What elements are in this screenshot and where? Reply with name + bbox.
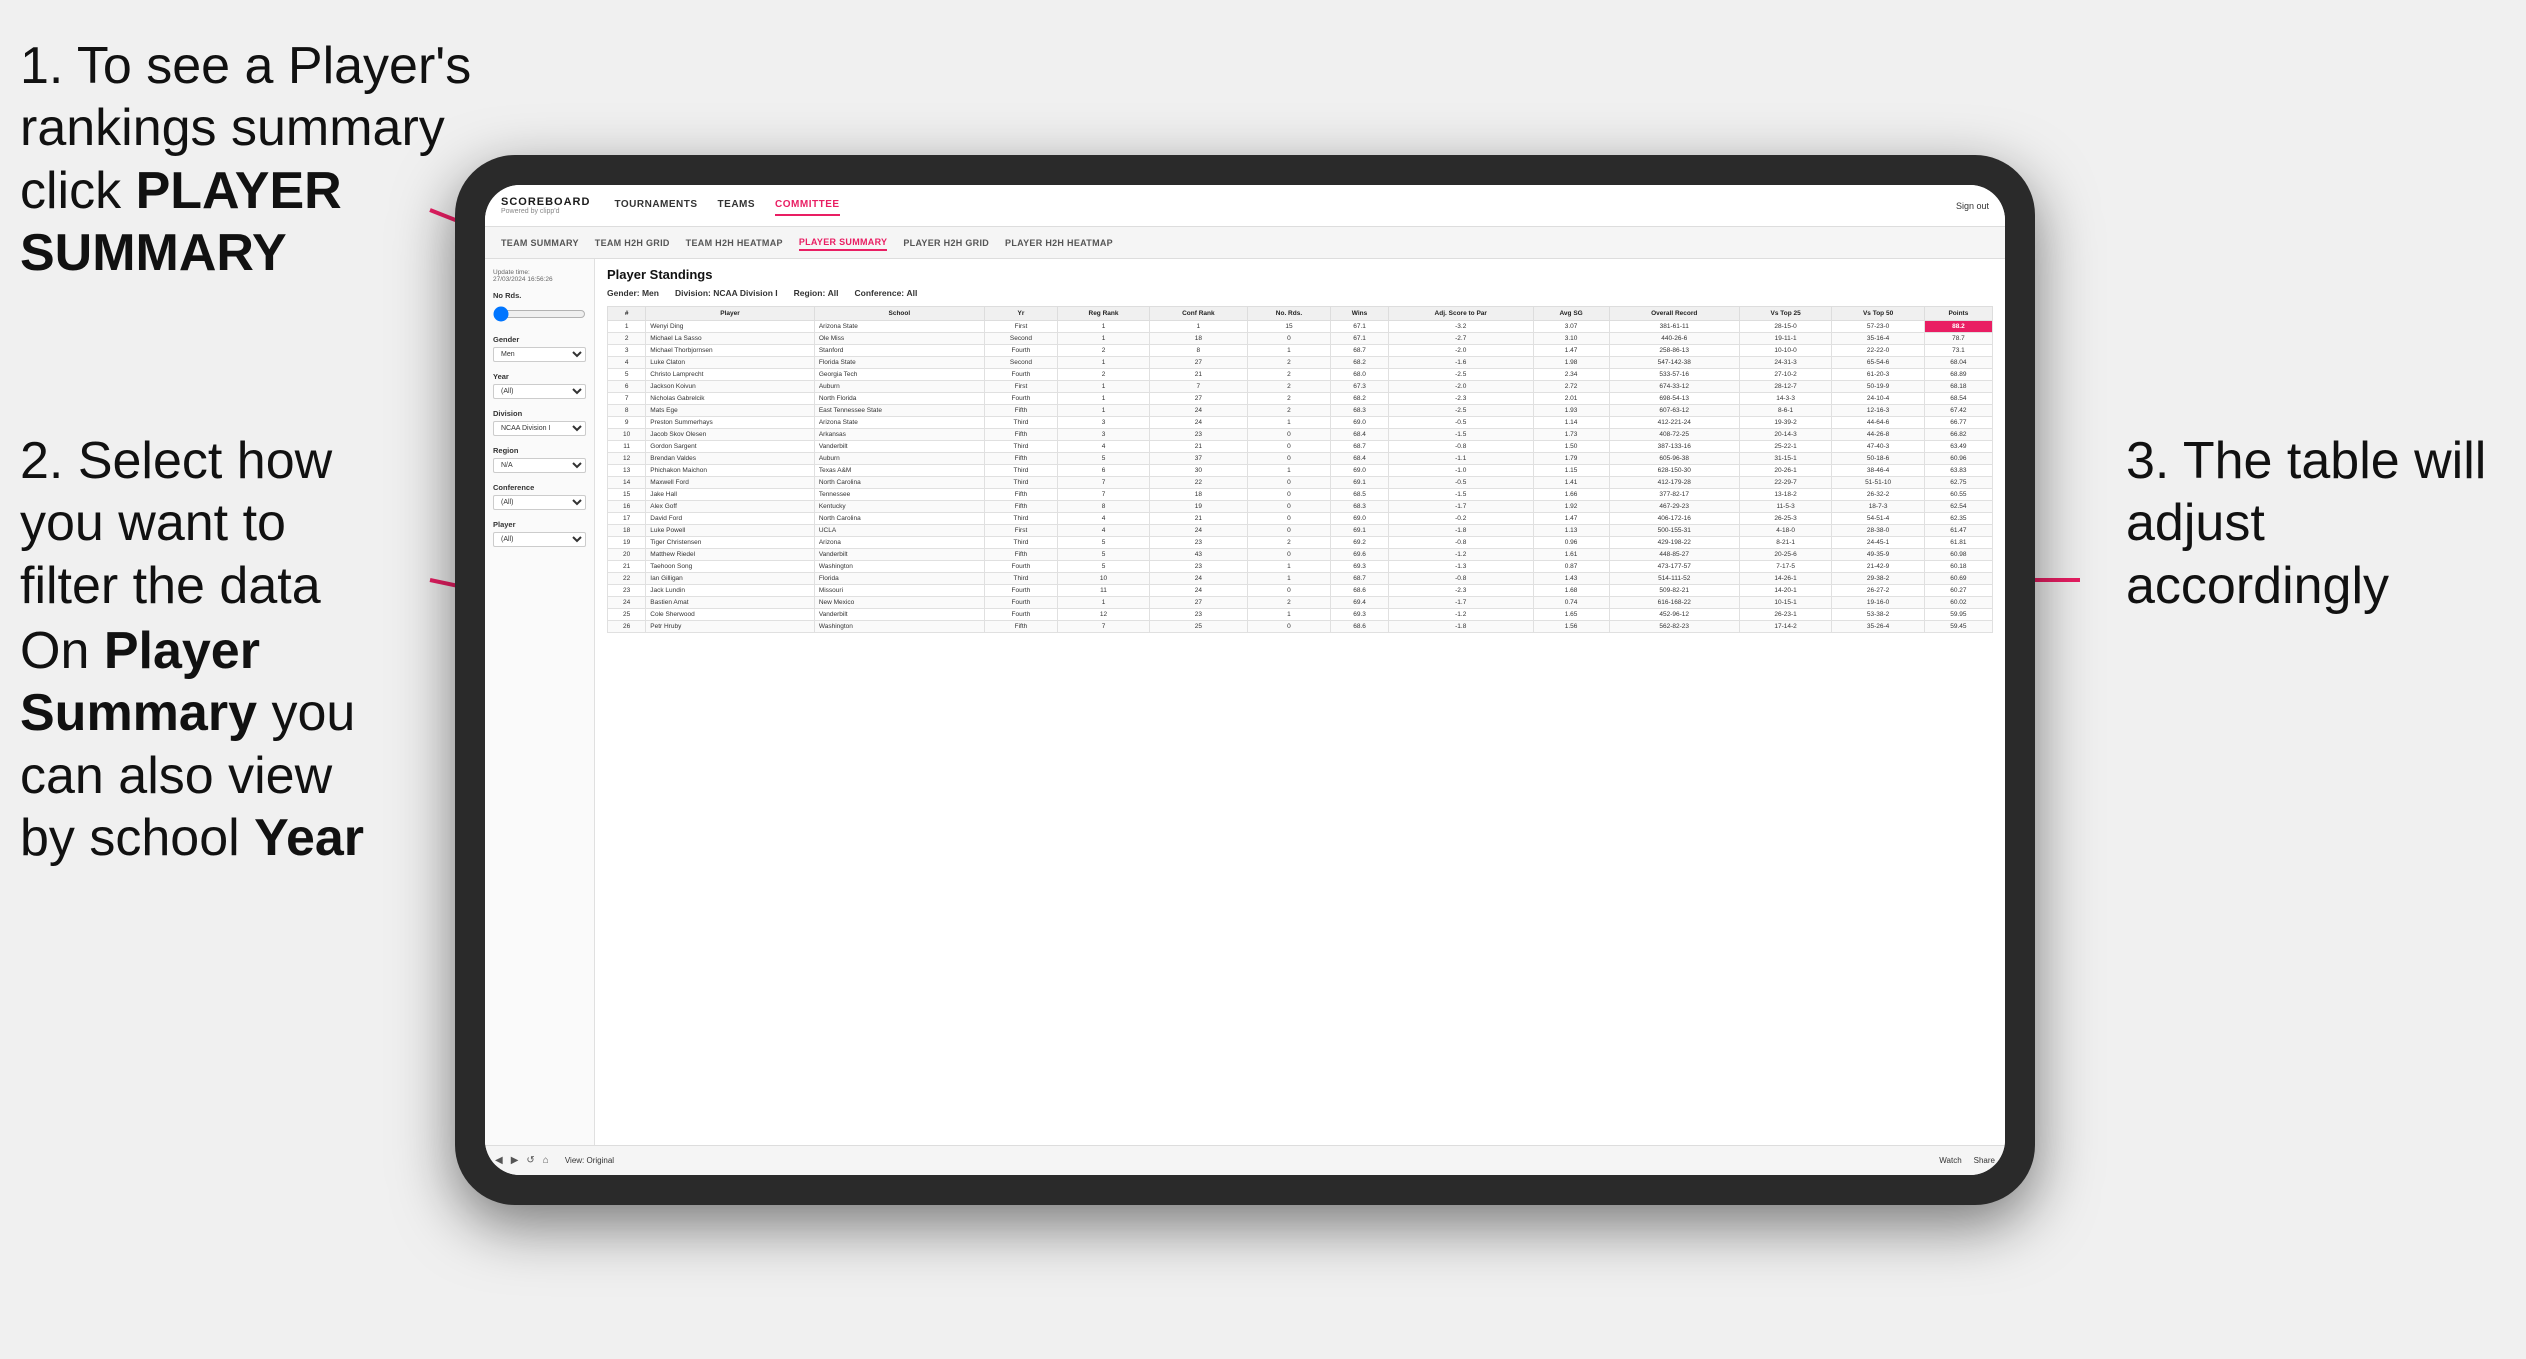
table-row[interactable]: 6Jackson KoivunAuburnFirst17267.3-2.02.7… (608, 381, 1993, 393)
toolbar-home[interactable]: ⌂ (543, 1155, 549, 1166)
toolbar-reload[interactable]: ↺ (526, 1155, 534, 1166)
table-row[interactable]: 11Gordon SargentVanderbiltThird421068.7-… (608, 441, 1993, 453)
col-reg-rank: Reg Rank (1058, 307, 1150, 321)
player-select[interactable]: (All) (493, 532, 586, 547)
table-row[interactable]: 1Wenyi DingArizona StateFirst111567.1-3.… (608, 321, 1993, 333)
no-rds-slider[interactable] (493, 306, 586, 322)
toolbar-view[interactable]: View: Original (565, 1156, 614, 1165)
col-wins: Wins (1331, 307, 1389, 321)
col-adj-score: Adj. Score to Par (1388, 307, 1533, 321)
nav-bar: SCOREBOARD Powered by clipp'd TOURNAMENT… (485, 185, 2005, 227)
year-section: Year (All) First Second Third Fourth Fif… (493, 372, 586, 399)
col-no-rds: No. Rds. (1247, 307, 1330, 321)
filter-gender: Gender: Men (607, 288, 659, 298)
logo-area: SCOREBOARD Powered by clipp'd (501, 196, 590, 215)
toolbar-forward[interactable]: ▶ (511, 1155, 519, 1166)
table-filters: Gender: Men Division: NCAA Division I Re… (607, 288, 1993, 298)
sign-out-link[interactable]: Sign out (1956, 201, 1989, 211)
table-row[interactable]: 15Jake HallTennesseeFifth718068.5-1.51.6… (608, 489, 1993, 501)
player-section: Player (All) (493, 520, 586, 547)
table-row[interactable]: 7Nicholas GabrelcikNorth FloridaFourth12… (608, 393, 1993, 405)
col-rank: # (608, 307, 646, 321)
sub-nav-player-h2h-heatmap[interactable]: PLAYER H2H HEATMAP (1005, 236, 1113, 250)
table-row[interactable]: 22Ian GilliganFloridaThird1024168.7-0.81… (608, 573, 1993, 585)
tablet-screen: SCOREBOARD Powered by clipp'd TOURNAMENT… (485, 185, 2005, 1175)
tablet-device: SCOREBOARD Powered by clipp'd TOURNAMENT… (455, 155, 2035, 1205)
nav-right: Sign out (1956, 201, 1989, 211)
table-area: Player Standings Gender: Men Division: N… (595, 259, 2005, 1145)
col-school: School (814, 307, 984, 321)
filter-conference: Conference: All (855, 288, 918, 298)
conference-select[interactable]: (All) (493, 495, 586, 510)
table-row[interactable]: 5Christo LamprechtGeorgia TechFourth2212… (608, 369, 1993, 381)
division-section: Division NCAA Division I (493, 409, 586, 436)
conference-section: Conference (All) (493, 483, 586, 510)
nav-tournaments[interactable]: TOURNAMENTS (614, 195, 697, 216)
table-row[interactable]: 25Cole SherwoodVanderbiltFourth1223169.3… (608, 609, 1993, 621)
nav-teams[interactable]: TEAMS (718, 195, 756, 216)
table-row[interactable]: 12Brendan ValdesAuburnFifth537068.4-1.11… (608, 453, 1993, 465)
col-yr: Yr (984, 307, 1057, 321)
logo-sub: Powered by clipp'd (501, 208, 590, 215)
instruction-step2: 2. Select how you want to filter the dat… (20, 430, 400, 617)
table-row[interactable]: 26Petr HrubyWashingtonFifth725068.6-1.81… (608, 621, 1993, 633)
filter-region: Region: All (794, 288, 839, 298)
instruction-step1: 1. To see a Player's rankings summary cl… (20, 35, 500, 285)
instruction-bottom: On Player Summary you can also view by s… (20, 620, 400, 870)
gender-select[interactable]: Men Women (493, 347, 586, 362)
table-title: Player Standings (607, 267, 1993, 282)
no-rds-section: No Rds. (493, 291, 586, 325)
table-row[interactable]: 24Bastien AmatNew MexicoFourth127269.4-1… (608, 597, 1993, 609)
year-select[interactable]: (All) First Second Third Fourth Fifth (493, 384, 586, 399)
logo-text: SCOREBOARD (501, 196, 590, 208)
sidebar: Update time: 27/03/2024 16:56:26 No Rds.… (485, 259, 595, 1145)
table-row[interactable]: 13Phichakon MaichonTexas A&MThird630169.… (608, 465, 1993, 477)
table-row[interactable]: 10Jacob Skov OlesenArkansasFifth323068.4… (608, 429, 1993, 441)
col-vs-top50: Vs Top 50 (1832, 307, 1924, 321)
table-row[interactable]: 9Preston SummerhaysArizona StateThird324… (608, 417, 1993, 429)
watch-btn[interactable]: Watch (1939, 1156, 1961, 1165)
table-row[interactable]: 20Matthew RiedelVanderbiltFifth543069.6-… (608, 549, 1993, 561)
sub-nav-player-summary[interactable]: PLAYER SUMMARY (799, 235, 888, 251)
toolbar-right: Watch Share (1939, 1156, 1995, 1165)
region-section: Region N/A (493, 446, 586, 473)
sub-nav-team-h2h-heatmap[interactable]: TEAM H2H HEATMAP (686, 236, 783, 250)
table-row[interactable]: 18Luke PowellUCLAFirst424069.1-1.81.1350… (608, 525, 1993, 537)
filter-division: Division: NCAA Division I (675, 288, 778, 298)
nav-items: TOURNAMENTS TEAMS COMMITTEE (614, 195, 1956, 216)
col-player: Player (646, 307, 815, 321)
col-conf-rank: Conf Rank (1149, 307, 1247, 321)
table-row[interactable]: 17David FordNorth CarolinaThird421069.0-… (608, 513, 1993, 525)
division-select[interactable]: NCAA Division I (493, 421, 586, 436)
nav-committee[interactable]: COMMITTEE (775, 195, 840, 216)
table-row[interactable]: 8Mats EgeEast Tennessee StateFifth124268… (608, 405, 1993, 417)
table-row[interactable]: 23Jack LundinMissouriFourth1124068.6-2.3… (608, 585, 1993, 597)
sub-nav-player-h2h-grid[interactable]: PLAYER H2H GRID (903, 236, 989, 250)
table-row[interactable]: 3Michael ThorbjornsenStanfordFourth28168… (608, 345, 1993, 357)
sub-nav-team-summary[interactable]: TEAM SUMMARY (501, 236, 579, 250)
standings-table: # Player School Yr Reg Rank Conf Rank No… (607, 306, 1993, 633)
table-row[interactable]: 19Tiger ChristensenArizonaThird523269.2-… (608, 537, 1993, 549)
col-vs-top25: Vs Top 25 (1739, 307, 1831, 321)
update-time: Update time: 27/03/2024 16:56:26 (493, 269, 586, 283)
table-row[interactable]: 14Maxwell FordNorth CarolinaThird722069.… (608, 477, 1993, 489)
region-select[interactable]: N/A (493, 458, 586, 473)
col-points: Points (1924, 307, 1992, 321)
share-btn[interactable]: Share (1974, 1156, 1995, 1165)
bottom-toolbar: ◀ ▶ ↺ ⌂ View: Original Watch Share (485, 1145, 2005, 1175)
table-row[interactable]: 2Michael La SassoOle MissSecond118067.1-… (608, 333, 1993, 345)
col-avg-sg: Avg SG (1533, 307, 1609, 321)
main-content: Update time: 27/03/2024 16:56:26 No Rds.… (485, 259, 2005, 1145)
instruction-step3: 3. The table will adjust accordingly (2126, 430, 2506, 617)
col-overall-record: Overall Record (1609, 307, 1739, 321)
gender-section: Gender Men Women (493, 335, 586, 362)
table-row[interactable]: 16Alex GoffKentuckyFifth819068.3-1.71.92… (608, 501, 1993, 513)
table-row[interactable]: 21Taehoon SongWashingtonFourth523169.3-1… (608, 561, 1993, 573)
sub-nav: TEAM SUMMARY TEAM H2H GRID TEAM H2H HEAT… (485, 227, 2005, 259)
sub-nav-team-h2h-grid[interactable]: TEAM H2H GRID (595, 236, 670, 250)
table-row[interactable]: 4Luke ClatonFlorida StateSecond127268.2-… (608, 357, 1993, 369)
toolbar-back[interactable]: ◀ (495, 1155, 503, 1166)
